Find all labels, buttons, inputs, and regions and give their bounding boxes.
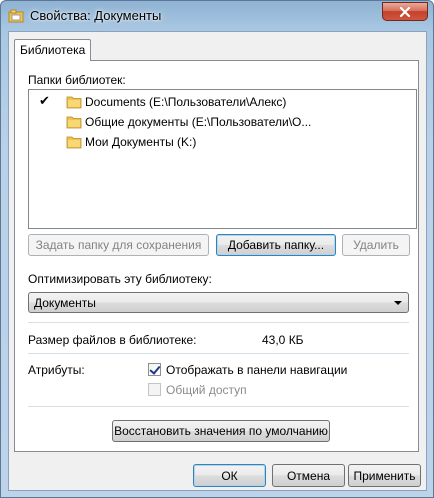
separator: [28, 406, 409, 407]
folder-icon: [66, 116, 82, 129]
shared-label: Общий доступ: [166, 383, 247, 397]
checkmark-icon: ✔: [39, 93, 50, 108]
library-folders-list[interactable]: ✔ Documents (E:\Пользователи\Алекс) Общи…: [28, 89, 417, 229]
folder-icon: [66, 96, 82, 109]
dialog-client-area: Библиотека Папки библиотек: ✔ Documents …: [8, 31, 427, 491]
close-button[interactable]: [382, 2, 428, 21]
optimize-label: Оптимизировать эту библиотеку:: [28, 272, 212, 286]
apply-button[interactable]: Применить: [348, 464, 421, 487]
show-in-navigation-checkbox[interactable]: [148, 363, 161, 376]
library-tab-panel: Папки библиотек: ✔ Documents (E:\Пользов…: [14, 60, 419, 452]
optimize-dropdown-value: Документы: [34, 296, 96, 310]
list-item[interactable]: ✔ Documents (E:\Пользователи\Алекс): [29, 92, 389, 112]
shared-checkbox[interactable]: [148, 383, 161, 396]
cancel-button[interactable]: Отмена: [272, 464, 345, 487]
library-size-value: 43,0 КБ: [262, 333, 304, 347]
attributes-label: Атрибуты:: [28, 363, 85, 377]
folder-name: Мои Документы (K:): [85, 135, 197, 149]
remove-folder-button[interactable]: Удалить: [342, 234, 410, 256]
properties-window: Свойства: Документы Библиотека Папки биб…: [0, 0, 434, 498]
tab-library[interactable]: Библиотека: [14, 39, 91, 61]
separator: [28, 353, 409, 354]
title-bar[interactable]: Свойства: Документы: [1, 1, 433, 31]
set-save-folder-button[interactable]: Задать папку для сохранения: [28, 234, 209, 256]
library-folders-label: Папки библиотек:: [28, 73, 126, 87]
list-item[interactable]: Мои Документы (K:): [29, 132, 389, 152]
chevron-down-icon: [394, 301, 402, 305]
library-icon: [8, 9, 24, 23]
restore-defaults-button[interactable]: Восстановить значения по умолчанию: [112, 420, 330, 442]
show-in-navigation-label[interactable]: Отображать в панели навигации: [166, 363, 347, 377]
folder-icon: [66, 136, 82, 149]
library-size-label: Размер файлов в библиотеке:: [28, 333, 197, 347]
list-item[interactable]: Общие документы (E:\Пользователи\О...: [29, 112, 389, 132]
ok-button[interactable]: ОК: [193, 464, 266, 487]
close-icon: [399, 6, 411, 17]
add-folder-button[interactable]: Добавить папку...: [216, 234, 336, 256]
folder-name: Documents (E:\Пользователи\Алекс): [85, 95, 287, 109]
separator: [28, 322, 409, 323]
window-title: Свойства: Документы: [30, 8, 162, 23]
folder-name: Общие документы (E:\Пользователи\О...: [85, 115, 312, 129]
optimize-dropdown[interactable]: Документы: [28, 292, 409, 313]
